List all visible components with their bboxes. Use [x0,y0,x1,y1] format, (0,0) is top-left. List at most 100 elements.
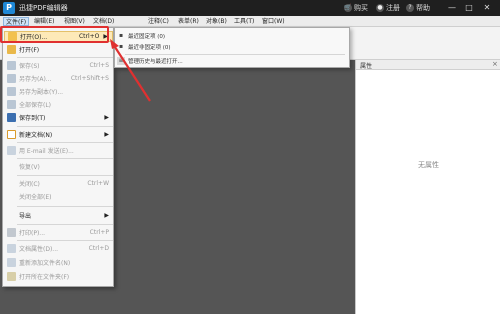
maximize-button[interactable]: □ [463,3,475,13]
menu-item-print[interactable]: 打印(P)... Ctrl+P [4,227,113,238]
menu-separator [125,54,345,55]
menu-form[interactable]: 表单(R) [178,17,199,26]
menu-item-shortcut: Ctrl+W [87,180,109,187]
history-icon: ≡ [117,57,125,65]
menu-file[interactable]: 文件(F) [3,17,30,26]
open-folder-location-icon [7,272,16,281]
menu-item-label: 文档属性(D)... [19,246,59,253]
menu-item-label: 另存为(A)... [19,76,52,83]
menu-item-label: 导出 [19,213,32,220]
save-to-icon [7,113,16,122]
recent-submenu: ▪ 最近固定项 (0) ▪ 最近非固定项 (0) ≡ 管理历史与最近打开... [114,27,350,68]
manage-history-item[interactable]: ≡ 管理历史与最近打开... [117,56,347,66]
menu-separator [17,224,113,225]
menu-item-open-f[interactable]: 打开(F) [4,44,113,55]
menu-item-save-to[interactable]: 保存到(T) ▶ [4,112,113,123]
properties-close-button[interactable]: × [492,60,498,68]
menu-item-label: 恢复(V) [19,164,40,171]
pin-icon: ▪ [118,32,124,39]
menu-item-label: 用 E-mail 发送(E)... [19,148,74,155]
submenu-arrow-icon: ▶ [104,131,109,138]
menu-edit[interactable]: 编辑(E) [34,17,54,26]
pin-icon: ▪ [118,43,124,50]
app-title: 迅捷PDF编辑器 [19,4,68,12]
save-all-icon [7,100,16,109]
menu-tools[interactable]: 工具(T) [234,17,254,26]
menu-item-label: 另存为副本(Y)... [19,89,64,96]
menu-separator [17,158,113,159]
register-label: 注册 [386,4,400,12]
file-menu: 打开(O)... Ctrl+O ▶ 打开(F) 保存(S) Ctrl+S 另存为… [2,27,114,287]
buy-label: 购买 [354,4,368,12]
recent-pinned-item[interactable]: ▪ 最近固定项 (0) [117,31,347,41]
properties-icon [7,244,16,253]
menu-item-shortcut: Ctrl+P [89,229,109,236]
properties-empty-text: 无属性 [418,161,439,169]
title-bar: P 迅捷PDF编辑器 🛒 购买 ● 注册 ? 帮助 — □ ✕ [0,0,500,16]
menu-separator [17,57,113,58]
menu-item-open-folder-location[interactable]: 打开所在文件夹(F) [4,271,113,282]
menu-item-label: 打印(P)... [19,230,46,237]
menu-separator [17,175,113,176]
recent-unpinned-item[interactable]: ▪ 最近非固定项 (0) [117,42,347,52]
rename-icon [7,258,16,267]
menu-separator [17,142,113,143]
recent-item-label: 最近非固定项 (0) [128,45,171,51]
folder-icon [7,45,16,54]
save-icon [7,61,16,70]
cart-icon: 🛒 [344,4,352,12]
save-as-icon [7,74,16,83]
menu-item-label: 保存到(T) [19,115,46,122]
buy-button[interactable]: 🛒 购买 [344,3,368,13]
submenu-arrow-icon: ▶ [104,212,109,219]
menu-item-close-all[interactable]: 关闭全部(E) [4,191,113,202]
menu-item-shortcut: Ctrl+Shift+S [70,75,109,82]
menu-item-document-properties[interactable]: 文档属性(D)... Ctrl+D [4,243,113,254]
menu-item-label: 全部保存(L) [19,102,52,109]
question-icon: ? [406,4,414,12]
menu-item-save-all[interactable]: 全部保存(L) [4,99,113,110]
menu-item-close[interactable]: 关闭(C) Ctrl+W [4,178,113,189]
help-button[interactable]: ? 帮助 [406,3,430,13]
new-document-icon [7,130,16,139]
close-button[interactable]: ✕ [481,3,493,13]
register-button[interactable]: ● 注册 [376,3,400,13]
menu-item-restore[interactable]: 恢复(V) [4,161,113,172]
submenu-arrow-icon: ▶ [104,114,109,121]
menu-item-label: 关闭全部(E) [19,194,52,201]
help-label: 帮助 [416,4,430,12]
menu-item-save[interactable]: 保存(S) Ctrl+S [4,60,113,71]
properties-header: 属性 × [356,60,500,70]
highlight-box [0,26,109,43]
menu-item-shortcut: Ctrl+S [89,62,109,69]
menu-item-email[interactable]: 用 E-mail 发送(E)... [4,145,113,156]
email-icon [7,146,16,155]
minimize-button[interactable]: — [446,3,458,13]
print-icon [7,228,16,237]
menu-separator [17,240,113,241]
recent-item-label: 最近固定项 (0) [128,34,166,40]
menu-item-save-copy[interactable]: 另存为副本(Y)... [4,86,113,97]
menu-comment[interactable]: 注释(C) [148,17,169,26]
menu-item-label: 重新添加文件名(N) [19,260,71,267]
menu-item-save-as[interactable]: 另存为(A)... Ctrl+Shift+S [4,73,113,84]
menu-item-new-document[interactable]: 新建文档(N) ▶ [4,129,113,140]
menu-item-shortcut: Ctrl+D [88,245,109,252]
menu-object[interactable]: 对象(B) [206,17,227,26]
menu-item-export[interactable]: 导出 ▶ [4,210,113,221]
menu-separator [17,206,113,207]
app-logo-icon: P [3,2,15,14]
menu-item-rename[interactable]: 重新添加文件名(N) [4,257,113,268]
menu-document[interactable]: 文档(D) [93,17,114,26]
recent-item-label: 管理历史与最近打开... [128,59,183,65]
menu-item-label: 打开(F) [19,47,40,54]
menu-item-label: 新建文档(N) [19,132,53,139]
user-icon: ● [376,4,384,12]
menu-item-label: 关闭(C) [19,181,40,188]
save-copy-icon [7,87,16,96]
menu-item-label: 打开所在文件夹(F) [19,274,70,281]
menu-view[interactable]: 视图(V) [64,17,85,26]
properties-title: 属性 [360,63,373,70]
menu-separator [17,126,113,127]
menu-window[interactable]: 窗口(W) [262,17,285,26]
